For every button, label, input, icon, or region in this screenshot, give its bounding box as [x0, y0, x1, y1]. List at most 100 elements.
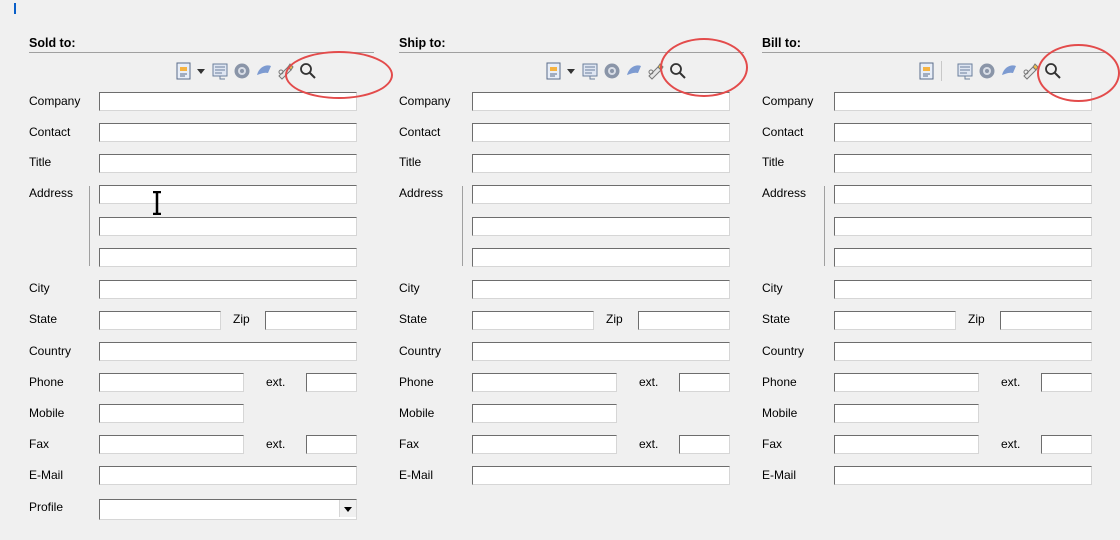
city-field[interactable]	[472, 280, 730, 299]
email-field[interactable]	[472, 466, 730, 485]
copy-address-icon[interactable]	[955, 61, 975, 81]
address-line-3-field[interactable]	[472, 248, 730, 267]
city-label: City	[762, 281, 783, 295]
mobile-field[interactable]	[99, 404, 244, 423]
state-field[interactable]	[472, 311, 594, 330]
contact-label: Contact	[399, 125, 441, 139]
phone-ext-field[interactable]	[1041, 373, 1092, 392]
address-line-3-field[interactable]	[99, 248, 357, 267]
address-line-2-field[interactable]	[834, 217, 1092, 236]
copy-address-icon[interactable]	[210, 61, 230, 81]
dropdown-arrow-icon[interactable]	[196, 61, 206, 81]
title-label: Title	[762, 155, 785, 169]
company-label: Company	[29, 94, 81, 108]
zip-field[interactable]	[1000, 311, 1092, 330]
address-line-2-field[interactable]	[99, 217, 357, 236]
city-field[interactable]	[834, 280, 1092, 299]
address-book-icon[interactable]	[174, 61, 194, 81]
contact-field[interactable]	[834, 123, 1092, 142]
address-bracket	[824, 186, 825, 266]
address-bracket	[89, 186, 90, 266]
zip-label: Zip	[968, 312, 985, 326]
zip-label: Zip	[233, 312, 250, 326]
map-icon[interactable]	[254, 61, 274, 81]
address-line-1-field[interactable]	[99, 185, 357, 204]
address-line-1-field[interactable]	[834, 185, 1092, 204]
state-field[interactable]	[99, 311, 221, 330]
fax-ext-field[interactable]	[306, 435, 357, 454]
zip-label: Zip	[606, 312, 623, 326]
map-icon[interactable]	[624, 61, 644, 81]
mobile-field[interactable]	[472, 404, 617, 423]
phone-field[interactable]	[99, 373, 244, 392]
email-field[interactable]	[99, 466, 357, 485]
city-label: City	[29, 281, 50, 295]
copy-address-icon[interactable]	[580, 61, 600, 81]
fax-ext-label: ext.	[266, 437, 286, 451]
phone-label: Phone	[762, 375, 797, 389]
chevron-down-icon[interactable]	[339, 500, 356, 517]
phone-ext-label: ext.	[639, 375, 659, 389]
contact-label: Contact	[762, 125, 804, 139]
highlight-circle-ship	[660, 38, 748, 97]
email-field[interactable]	[834, 466, 1092, 485]
country-label: Country	[762, 344, 805, 358]
address-label: Address	[399, 186, 444, 200]
state-label: State	[399, 312, 428, 326]
state-field[interactable]	[834, 311, 956, 330]
address-line-3-field[interactable]	[834, 248, 1092, 267]
title-field[interactable]	[834, 154, 1092, 173]
title-field[interactable]	[99, 154, 357, 173]
title-label: Title	[399, 155, 422, 169]
fax-field[interactable]	[99, 435, 244, 454]
address-line-2-field[interactable]	[472, 217, 730, 236]
phone-ext-field[interactable]	[306, 373, 357, 392]
address-book-icon[interactable]	[544, 61, 564, 81]
address-bracket	[462, 186, 463, 266]
country-field[interactable]	[834, 342, 1092, 361]
phone-field[interactable]	[472, 373, 617, 392]
company-label: Company	[762, 94, 814, 108]
zip-field[interactable]	[638, 311, 730, 330]
map-icon[interactable]	[999, 61, 1019, 81]
settings-icon[interactable]	[602, 61, 622, 81]
country-label: Country	[29, 344, 72, 358]
zip-field[interactable]	[265, 311, 357, 330]
verify-address-icon[interactable]	[1019, 61, 1039, 81]
city-field[interactable]	[99, 280, 357, 299]
mobile-label: Mobile	[399, 406, 435, 420]
city-label: City	[399, 281, 420, 295]
address-line-1-field[interactable]	[472, 185, 730, 204]
country-field[interactable]	[99, 342, 357, 361]
state-label: State	[762, 312, 791, 326]
phone-ext-field[interactable]	[679, 373, 730, 392]
profile-select[interactable]	[99, 499, 357, 520]
phone-ext-label: ext.	[1001, 375, 1021, 389]
phone-label: Phone	[29, 375, 64, 389]
fax-ext-field[interactable]	[679, 435, 730, 454]
fax-ext-field[interactable]	[1041, 435, 1092, 454]
phone-field[interactable]	[834, 373, 979, 392]
mobile-field[interactable]	[834, 404, 979, 423]
country-field[interactable]	[472, 342, 730, 361]
phone-label: Phone	[399, 375, 434, 389]
settings-icon[interactable]	[232, 61, 252, 81]
country-label: Country	[399, 344, 442, 358]
fax-field[interactable]	[834, 435, 979, 454]
contact-field[interactable]	[472, 123, 730, 142]
dropdown-arrow-icon[interactable]	[566, 61, 576, 81]
panel-header: Sold to:	[29, 36, 374, 53]
state-label: State	[29, 312, 58, 326]
highlight-circle-sold	[285, 51, 393, 99]
settings-icon[interactable]	[977, 61, 997, 81]
address-book-icon[interactable]	[917, 61, 937, 81]
address-label: Address	[29, 186, 74, 200]
fax-label: Fax	[399, 437, 420, 451]
fax-field[interactable]	[472, 435, 617, 454]
contact-field[interactable]	[99, 123, 357, 142]
title-field[interactable]	[472, 154, 730, 173]
address-label: Address	[762, 186, 807, 200]
email-label: E-Mail	[29, 468, 64, 482]
email-label: E-Mail	[762, 468, 797, 482]
company-label: Company	[399, 94, 451, 108]
